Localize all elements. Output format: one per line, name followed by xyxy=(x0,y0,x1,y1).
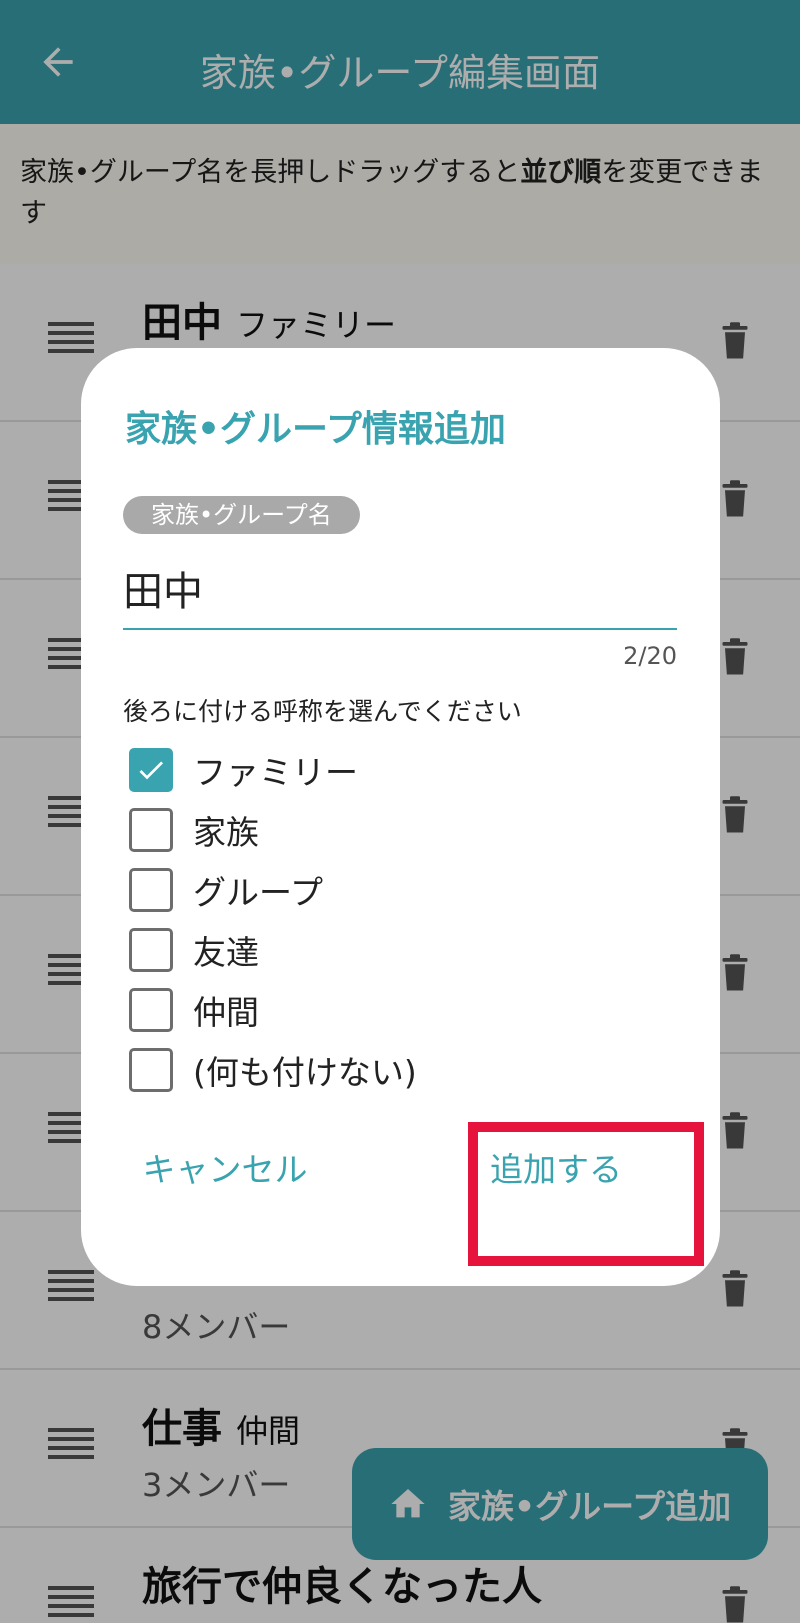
option-label: (何も付けない) xyxy=(193,1053,417,1092)
character-counter: 2/20 xyxy=(623,642,677,670)
suffix-option-kazoku[interactable]: 家族 xyxy=(129,800,417,860)
option-label: 友達 xyxy=(193,933,259,972)
suffix-option-family[interactable]: ファミリー xyxy=(129,740,417,800)
highlight-frame xyxy=(468,1122,704,1266)
group-name-input[interactable] xyxy=(123,548,677,630)
checkbox[interactable] xyxy=(129,928,173,972)
checkbox[interactable] xyxy=(129,808,173,852)
option-label: ファミリー xyxy=(193,753,358,792)
option-label: 家族 xyxy=(193,813,259,852)
suffix-option-group[interactable]: グループ xyxy=(129,860,417,920)
checkbox[interactable] xyxy=(129,988,173,1032)
suffix-option-none[interactable]: (何も付けない) xyxy=(129,1040,417,1100)
option-label: 仲間 xyxy=(193,993,259,1032)
checkmark-icon xyxy=(139,761,163,780)
cancel-button[interactable]: キャンセル xyxy=(125,1132,325,1202)
suffix-question: 後ろに付ける呼称を選んでください xyxy=(123,697,522,726)
checkbox[interactable] xyxy=(129,1048,173,1092)
checkbox[interactable] xyxy=(129,748,173,792)
dialog-title: 家族•グループ情報追加 xyxy=(125,409,506,450)
suffix-option-friends[interactable]: 友達 xyxy=(129,920,417,980)
option-label: グループ xyxy=(193,873,324,912)
checkbox[interactable] xyxy=(129,868,173,912)
suffix-option-companions[interactable]: 仲間 xyxy=(129,980,417,1040)
suffix-options: ファミリー 家族 グループ 友達 仲間 (何も付けない) xyxy=(129,740,417,1100)
group-name-field-label: 家族•グループ名 xyxy=(123,496,360,534)
